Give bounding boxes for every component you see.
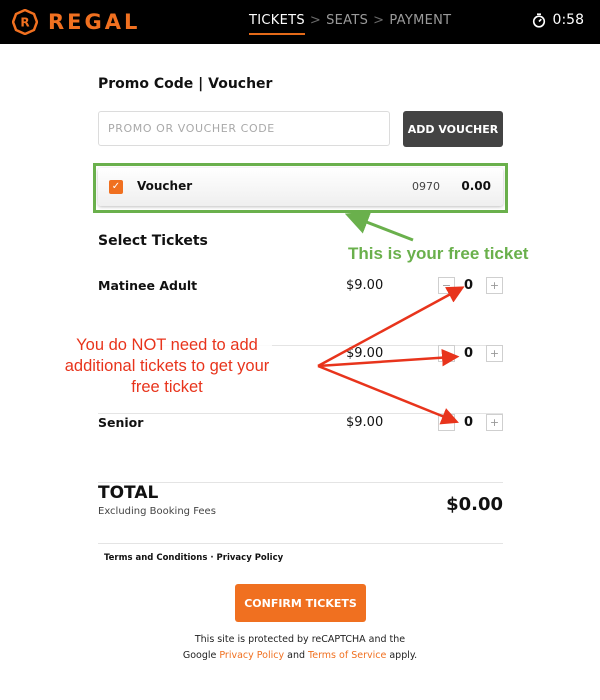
voucher-code: 0970	[412, 180, 440, 193]
regal-crown-icon: R	[12, 9, 38, 35]
booking-steps: TICKETS > SEATS > PAYMENT	[249, 13, 451, 35]
annotation-red-note: You do NOT need to add additional ticket…	[62, 335, 272, 398]
total-amount: $0.00	[446, 494, 503, 515]
recaptcha-line-2: Google Privacy Policy and Terms of Servi…	[0, 648, 600, 664]
ticket-name: Matinee Adult	[98, 278, 198, 293]
promo-section-title: Promo Code | Voucher	[98, 76, 273, 92]
decrease-quantity-button[interactable]: −	[438, 345, 455, 362]
top-bar: R REGAL TICKETS > SEATS > PAYMENT 0:58	[0, 0, 600, 44]
link-separator: ·	[207, 553, 217, 563]
recaptcha-text: and	[284, 650, 309, 661]
recaptcha-text: Google	[182, 650, 220, 661]
ticket-price: $9.00	[346, 278, 384, 293]
divider	[98, 543, 503, 544]
voucher-label: Voucher	[137, 179, 193, 193]
decrease-quantity-button[interactable]: −	[438, 277, 455, 294]
step-payment[interactable]: PAYMENT	[389, 13, 451, 28]
step-separator: >	[373, 13, 385, 28]
recaptcha-text: apply.	[386, 650, 418, 661]
ticket-price: $9.00	[346, 346, 384, 361]
recaptcha-line-1: This site is protected by reCAPTCHA and …	[194, 634, 406, 645]
google-terms-link[interactable]: Terms of Service	[308, 650, 386, 661]
voucher-amount: 0.00	[461, 179, 491, 193]
recaptcha-notice: This site is protected by reCAPTCHA and …	[0, 632, 600, 664]
applied-voucher-row: ✓ Voucher 0970 0.00	[98, 168, 503, 206]
ticket-quantity: 0	[464, 278, 474, 293]
regal-logo[interactable]: R REGAL	[12, 9, 140, 35]
step-tickets[interactable]: TICKETS	[249, 13, 305, 35]
decrease-quantity-button[interactable]: −	[438, 414, 455, 431]
step-separator: >	[309, 13, 322, 28]
ticket-quantity: 0	[464, 346, 474, 361]
ticket-name: Senior	[98, 415, 144, 430]
brand-name: REGAL	[48, 10, 141, 34]
total-label: TOTAL	[98, 483, 159, 503]
add-voucher-button[interactable]: ADD VOUCHER	[403, 111, 503, 147]
annotation-green-note: This is your free ticket	[348, 244, 529, 263]
terms-link[interactable]: Terms and Conditions	[104, 553, 207, 563]
promo-code-input[interactable]	[98, 111, 390, 146]
increase-quantity-button[interactable]: +	[486, 277, 503, 294]
green-arrow	[344, 211, 414, 242]
total-subtext: Excluding Booking Fees	[98, 506, 216, 517]
step-seats[interactable]: SEATS	[326, 13, 368, 28]
ticket-price: $9.00	[346, 415, 384, 430]
google-privacy-link[interactable]: Privacy Policy	[219, 650, 284, 661]
stopwatch-icon	[532, 12, 545, 28]
svg-text:R: R	[20, 16, 29, 30]
session-timer: 0:58	[532, 12, 584, 28]
privacy-link[interactable]: Privacy Policy	[217, 553, 284, 563]
increase-quantity-button[interactable]: +	[486, 414, 503, 431]
timer-value: 0:58	[552, 12, 584, 28]
ticket-row-senior: Senior $9.00 − 0 +	[98, 414, 503, 483]
legal-links: Terms and Conditions · Privacy Policy	[104, 553, 283, 563]
voucher-checkbox[interactable]: ✓	[109, 180, 123, 194]
select-tickets-title: Select Tickets	[98, 233, 208, 249]
confirm-tickets-button[interactable]: CONFIRM TICKETS	[235, 584, 366, 622]
increase-quantity-button[interactable]: +	[486, 345, 503, 362]
ticket-quantity: 0	[464, 415, 474, 430]
